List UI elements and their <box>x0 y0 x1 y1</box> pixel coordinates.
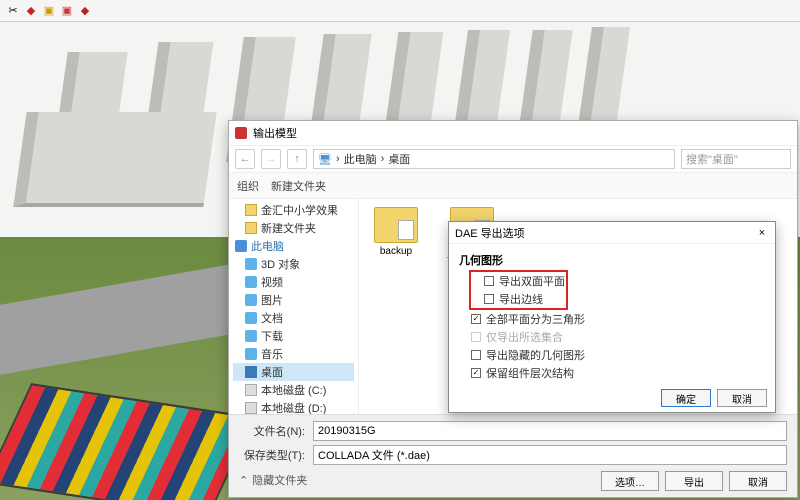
tree-item[interactable]: 3D 对象 <box>233 255 354 273</box>
tree-label: 文档 <box>261 310 283 326</box>
chevron-up-icon: ⌃ <box>239 474 248 487</box>
blue-icon <box>245 294 257 306</box>
tree-label: 金汇中小学效果 <box>261 202 338 218</box>
gem2-icon[interactable]: ◆ <box>78 4 92 18</box>
tree-label: 视频 <box>261 274 283 290</box>
options-button[interactable]: 选项… <box>601 471 659 491</box>
export-edges-checkbox[interactable]: 导出边线 <box>472 290 565 308</box>
blue-icon <box>245 312 257 324</box>
tree-label: 3D 对象 <box>261 256 300 272</box>
dialog-title: 输出模型 <box>253 125 297 141</box>
organize-button[interactable]: 组织 <box>237 178 259 194</box>
main-toolbar: ✂ ◆ ▣ ▣ ◆ <box>0 0 800 22</box>
tree-item[interactable]: 本地磁盘 (C:) <box>233 381 354 399</box>
tree-item[interactable]: 新建文件夹 <box>233 219 354 237</box>
dialog-bottom: 文件名(N): 20190315G 保存类型(T): COLLADA 文件 (*… <box>229 414 797 497</box>
cancel-button[interactable]: 取消 <box>729 471 787 491</box>
type-select[interactable]: COLLADA 文件 (*.dae) <box>313 445 787 465</box>
new-folder-button[interactable]: 新建文件夹 <box>271 178 326 194</box>
tree-item[interactable]: 桌面 <box>233 363 354 381</box>
tree-label: 下载 <box>261 328 283 344</box>
blue-icon <box>245 330 257 342</box>
app-icon <box>235 127 247 139</box>
folder-icon <box>374 207 418 243</box>
export-two-sided-checkbox[interactable]: 导出双面平面 <box>472 272 565 290</box>
cube-yellow-icon[interactable]: ▣ <box>42 4 56 18</box>
cube-red-icon[interactable]: ▣ <box>60 4 74 18</box>
drive-icon <box>245 384 257 396</box>
tree-label: 本地磁盘 (C:) <box>261 382 326 398</box>
options-title: DAE 导出选项 <box>455 225 525 241</box>
tree-item[interactable]: 音乐 <box>233 345 354 363</box>
ok-button[interactable]: 确定 <box>661 389 711 407</box>
tree-label: 图片 <box>261 292 283 308</box>
tree-item[interactable]: 本地磁盘 (D:) <box>233 399 354 414</box>
tree-label: 此电脑 <box>251 238 284 254</box>
folder-icon <box>245 204 257 216</box>
highlight-box: 导出双面平面 导出边线 <box>469 270 568 310</box>
dialog-navbar: ← → ↑ 🖥 › 此电脑 › 桌面 搜索"桌面" <box>229 145 797 173</box>
scissors-icon[interactable]: ✂ <box>6 4 20 18</box>
filename-input[interactable]: 20190315G <box>313 421 787 441</box>
filename-label: 文件名(N): <box>239 423 305 439</box>
blue-icon <box>245 348 257 360</box>
tree-label: 音乐 <box>261 346 283 362</box>
triangulate-checkbox[interactable]: 全部平面分为三角形 <box>459 310 765 328</box>
geometry-heading: 几何图形 <box>459 252 765 268</box>
tree-item[interactable]: 金汇中小学效果 <box>233 201 354 219</box>
nav-back-button[interactable]: ← <box>235 149 255 169</box>
nav-fwd-button[interactable]: → <box>261 149 281 169</box>
drive-icon <box>245 402 257 414</box>
export-hidden-checkbox[interactable]: 导出隐藏的几何图形 <box>459 346 765 364</box>
tree-item[interactable]: 视频 <box>233 273 354 291</box>
tree-item[interactable]: 文档 <box>233 309 354 327</box>
file-label: backup <box>380 246 412 257</box>
export-selection-checkbox: 仅导出所选集合 <box>459 328 765 346</box>
tree-item[interactable]: 此电脑 <box>233 237 354 255</box>
dialog-toolbar: 组织 新建文件夹 <box>229 173 797 199</box>
type-label: 保存类型(T): <box>239 447 305 463</box>
gem-icon[interactable]: ◆ <box>24 4 38 18</box>
colorful-building <box>0 383 255 500</box>
close-icon[interactable]: × <box>755 226 769 240</box>
export-button[interactable]: 导出 <box>665 471 723 491</box>
tree-label: 本地磁盘 (D:) <box>261 400 326 414</box>
tree-item[interactable]: 图片 <box>233 291 354 309</box>
pc-icon <box>235 240 247 252</box>
blue-icon <box>245 258 257 270</box>
breadcrumb-pc-icon: 🖥 <box>318 153 332 166</box>
opt-cancel-button[interactable]: 取消 <box>717 389 767 407</box>
desktop-icon <box>245 366 257 378</box>
preserve-hierarchy-checkbox[interactable]: 保留组件层次结构 <box>459 364 765 382</box>
dialog-titlebar: 输出模型 <box>229 121 797 145</box>
dae-options-dialog: DAE 导出选项 × 几何图形 导出双面平面 导出边线 全部平面分为三角形 仅导… <box>448 221 776 413</box>
breadcrumb[interactable]: 🖥 › 此电脑 › 桌面 <box>313 149 675 169</box>
folder-tree[interactable]: 金汇中小学效果新建文件夹此电脑 3D 对象视频图片文档下载音乐桌面本地磁盘 (C:… <box>229 199 359 414</box>
hide-folders-toggle[interactable]: ⌃ 隐藏文件夹 <box>239 472 307 488</box>
blue-icon <box>245 276 257 288</box>
tree-item[interactable]: 下载 <box>233 327 354 345</box>
tree-label: 桌面 <box>261 364 283 380</box>
file-item[interactable]: backup <box>367 207 425 257</box>
search-input[interactable]: 搜索"桌面" <box>681 149 791 169</box>
nav-up-button[interactable]: ↑ <box>287 149 307 169</box>
folder-icon <box>245 222 257 234</box>
tree-label: 新建文件夹 <box>261 220 316 236</box>
